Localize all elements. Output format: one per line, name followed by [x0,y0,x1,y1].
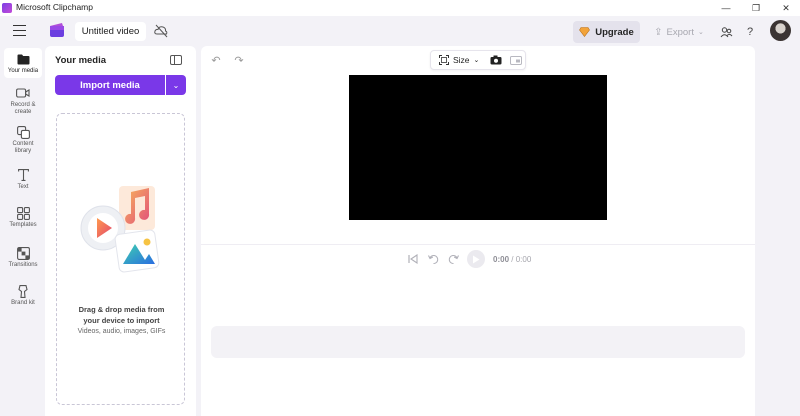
current-time: 0:00 [493,254,510,264]
upgrade-label: Upgrade [595,26,634,38]
export-label: Export [666,26,694,38]
dropzone-supported-types: Videos, audio, images, GIFs [77,328,166,335]
playback-controls: 0:00 / 0:00 [407,249,531,269]
close-icon[interactable]: ✕ [772,0,800,16]
media-dropzone[interactable]: Drag & drop media from your device to im… [56,113,185,405]
play-icon [473,255,480,263]
help-icon[interactable]: ? [743,25,757,39]
folder-icon [16,52,30,66]
minimize-icon[interactable]: — [712,0,740,16]
editor-area: ↶ ↷ Size ⌄ 0:00 / 0:00 [201,46,755,416]
import-media-button[interactable]: Import media [55,75,165,95]
total-time: / 0:00 [511,254,532,264]
dropzone-line-2: your device to import [83,316,160,325]
size-button[interactable]: Size ⌄ [431,55,483,65]
templates-icon [16,206,30,220]
nav-item-content-library[interactable]: Content library [4,125,42,155]
clipchamp-logo-icon [50,23,64,37]
redo-icon[interactable]: ↷ [233,54,245,67]
timeline-track[interactable] [211,326,745,358]
brand-kit-icon [16,284,30,298]
camera-off-icon[interactable] [489,53,503,67]
import-options-chevron-icon[interactable]: ⌄ [166,75,186,95]
nav-label: Brand kit [11,300,35,306]
upload-icon: ⇪ [654,26,663,38]
collapse-panel-icon[interactable] [170,55,182,65]
nav-item-brand-kit[interactable]: Brand kit [4,284,42,307]
dropzone-line-1: Drag & drop media from [78,305,165,314]
nav-label: Your media [7,68,39,74]
menu-icon[interactable] [13,25,26,36]
undo-icon[interactable]: ↶ [210,54,222,67]
nav-item-your-media[interactable]: Your media [4,48,42,78]
left-nav: Your media Record & create Content libra… [0,46,44,416]
rewind-5-seconds-icon[interactable] [427,253,439,265]
nav-item-transitions[interactable]: Transitions [4,246,42,269]
forward-5-seconds-icon[interactable] [447,253,459,265]
play-button[interactable] [467,250,485,268]
nav-item-templates[interactable]: Templates [4,206,42,229]
size-label: Size [453,55,470,65]
nav-item-text[interactable]: Text [4,168,42,191]
cloud-sync-off-icon[interactable] [153,23,169,39]
app-header: Untitled video Upgrade ⇪ Export ⌄ ? [0,16,800,46]
diamond-icon [579,27,591,37]
skip-back-icon[interactable] [407,253,419,265]
camera-icon [16,86,30,100]
library-icon [16,125,30,139]
user-avatar[interactable] [770,20,791,41]
text-icon [16,168,30,182]
media-types-illustration-icon [80,186,160,273]
window-titlebar: Microsoft Clipchamp — ❐ ✕ [0,0,800,16]
chevron-down-icon: ⌄ [473,57,480,64]
media-panel-title: Your media [55,55,107,66]
clipchamp-app-icon [2,3,12,13]
share-people-icon[interactable] [719,25,733,39]
preview-divider [201,244,755,245]
media-panel: Your media Import media ⌄ Drag & drop me… [45,46,196,416]
window-title: Microsoft Clipchamp [16,2,93,12]
transitions-icon [16,246,30,260]
upgrade-button[interactable]: Upgrade [573,21,640,43]
restore-icon[interactable]: ❐ [742,0,770,16]
nav-label: Transitions [8,262,38,268]
nav-label: Templates [9,222,37,228]
project-title-input[interactable]: Untitled video [75,22,146,41]
export-button[interactable]: ⇪ Export ⌄ [648,21,710,43]
resize-icon [439,55,449,65]
nav-item-record-create[interactable]: Record & create [4,86,42,116]
nav-label: Record & create [10,102,36,115]
nav-label: Text [17,184,29,190]
video-preview-canvas[interactable] [349,75,607,220]
dropzone-instructions: Drag & drop media from your device to im… [57,304,186,326]
preview-toolbar: Size ⌄ [430,50,526,70]
picture-in-picture-icon[interactable] [509,53,523,67]
chevron-down-icon: ⌄ [697,29,704,36]
playback-time: 0:00 / 0:00 [493,255,531,264]
nav-label: Content library [12,141,34,154]
